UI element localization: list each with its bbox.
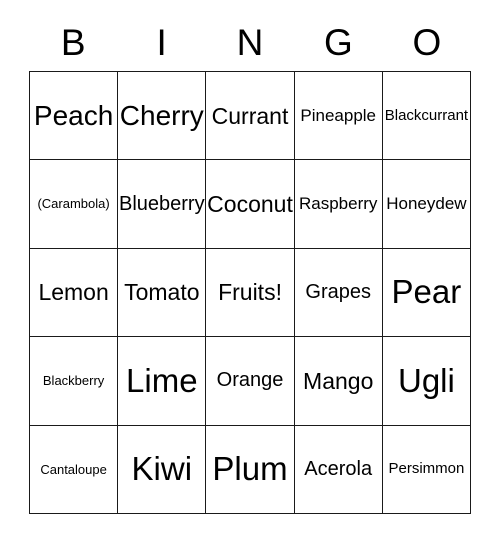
bingo-cell-label: Pineapple [300,105,377,125]
bingo-cell-i1[interactable]: Cherry [118,72,207,161]
bingo-cell-n2[interactable]: Coconut [206,160,295,249]
bingo-cell-label: Plum [212,450,288,487]
bingo-cell-label: Pear [391,273,462,311]
bingo-cell-g3[interactable]: Grapes [294,248,383,338]
bingo-cell-label: Persimmon [388,460,465,478]
bingo-header-letter-i: I [117,14,205,71]
bingo-cell-i4[interactable]: Lime [118,337,207,426]
header-letter-text: G [324,22,353,63]
bingo-row: Cantaloupe Kiwi Plum Acerola Persimmon [30,425,472,515]
bingo-cell-label: Blueberry [119,192,205,215]
bingo-row: (Carambola) Blueberry Coconut Raspberry … [30,160,472,249]
bingo-cell-b5[interactable]: Cantaloupe [30,425,119,515]
bingo-cell-g5[interactable]: Acerola [294,425,383,515]
bingo-cell-label: Blackcurrant [384,106,469,124]
bingo-cell-n4[interactable]: Orange [206,337,295,426]
bingo-cell-o4[interactable]: Ugli [382,337,472,426]
bingo-cell-o5[interactable]: Persimmon [382,425,472,515]
bingo-cell-b3[interactable]: Lemon [30,248,119,338]
bingo-header-letter-g: G [294,14,382,71]
bingo-cell-label: (Carambola) [37,196,110,212]
header-letter-text: I [156,22,167,63]
bingo-cell-free-space[interactable]: Fruits! [206,248,295,338]
bingo-cell-g1[interactable]: Pineapple [294,72,383,161]
bingo-row: Lemon Tomato Fruits! Grapes Pear [30,248,472,338]
bingo-cell-i2[interactable]: Blueberry [118,160,207,249]
bingo-row: Blackberry Lime Orange Mango Ugli [30,337,472,426]
bingo-cell-label: Acerola [304,457,373,480]
bingo-cell-i5[interactable]: Kiwi [118,425,207,515]
header-letter-text: N [236,22,264,63]
bingo-cell-label: Orange [216,369,284,392]
bingo-cell-label: Blackberry [42,373,105,389]
bingo-header-letter-o: O [383,14,471,71]
bingo-header-letter-n: N [206,14,294,71]
bingo-cell-o2[interactable]: Honeydew [382,160,472,249]
bingo-cell-label: Lemon [38,279,109,306]
bingo-cell-label: Mango [303,367,374,394]
bingo-header-letter-b: B [29,14,117,71]
bingo-grid: Peach Cherry Currant Pineapple Blackcurr… [29,71,472,515]
bingo-row: Peach Cherry Currant Pineapple Blackcurr… [30,72,472,161]
bingo-cell-b2[interactable]: (Carambola) [30,160,119,249]
bingo-cell-label: Cantaloupe [40,461,107,477]
bingo-header-row: B I N G O [29,14,471,71]
bingo-cell-o1[interactable]: Blackcurrant [382,72,472,161]
bingo-cell-label: Honeydew [386,194,467,214]
bingo-cell-g2[interactable]: Raspberry [294,160,383,249]
bingo-cell-o3[interactable]: Pear [382,248,472,338]
bingo-cell-b4[interactable]: Blackberry [30,337,119,426]
bingo-cell-label: Tomato [124,279,200,306]
bingo-cell-n1[interactable]: Currant [206,72,295,161]
bingo-cell-label: Ugli [397,361,455,399]
header-letter-text: B [60,22,86,63]
bingo-cell-label: Cherry [119,100,204,131]
header-letter-text: O [412,22,442,63]
bingo-cell-label: Currant [211,102,289,129]
bingo-free-space-label: Fruits! [218,279,282,306]
bingo-cell-label: Coconut [207,191,293,218]
bingo-cell-label: Grapes [305,281,371,304]
bingo-cell-g4[interactable]: Mango [294,337,383,426]
bingo-cell-label: Kiwi [131,450,193,487]
bingo-cell-label: Peach [33,100,114,131]
bingo-cell-i3[interactable]: Tomato [118,248,207,338]
bingo-cell-label: Lime [126,361,198,399]
bingo-cell-n5[interactable]: Plum [206,425,295,515]
bingo-cell-b1[interactable]: Peach [30,72,119,161]
bingo-card: B I N G O Peach Cherry Currant Pineapple… [0,0,500,544]
bingo-cell-label: Raspberry [299,194,378,214]
